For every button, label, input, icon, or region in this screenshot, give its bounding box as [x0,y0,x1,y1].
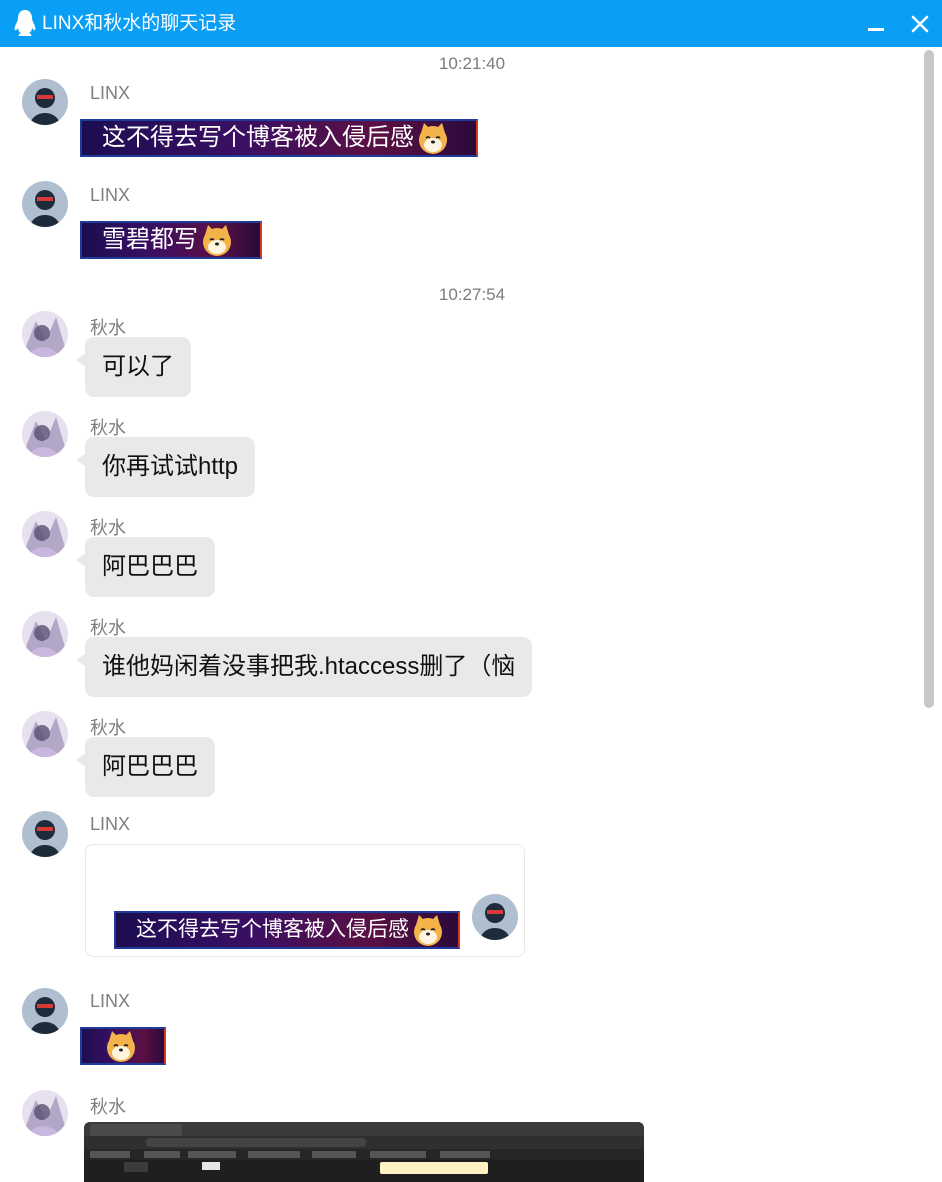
avatar-linx[interactable] [22,79,68,125]
message-bubble[interactable]: 你再试试http [75,437,256,497]
shiba-emoji-icon [416,121,450,155]
avatar-image [22,1090,68,1136]
sticker-text: 雪碧都写 [102,226,198,253]
avatar-image [22,311,68,357]
avatar-linx[interactable] [22,811,68,857]
scrollbar-thumb[interactable] [924,50,934,708]
message-timestamp: 10:27:54 [438,285,506,304]
sender-name: LINX [90,991,131,1011]
sender-name: LINX [90,83,131,103]
vertical-scrollbar[interactable] [922,50,936,1180]
shiba-emoji-icon [411,913,445,947]
sender-name: LINX [90,814,131,834]
avatar-qiushui[interactable] [22,311,68,357]
avatar-linx[interactable] [22,988,68,1034]
sticker-message[interactable] [80,1027,166,1065]
quoted-sticker: 这不得去写个博客被入侵后感 [114,911,460,949]
avatar-image [22,811,68,857]
avatar-image [472,894,518,940]
avatar-qiushui[interactable] [22,411,68,457]
avatar-image [22,511,68,557]
avatar-image [22,181,68,227]
minimize-button[interactable] [862,10,890,38]
minimize-icon [868,28,884,31]
title-bar: LINX和秋水的聊天记录 [0,0,942,47]
avatar-qiushui[interactable] [22,511,68,557]
image-message[interactable] [84,1122,644,1182]
sticker-message[interactable]: 雪碧都写 [80,221,262,259]
message-bubble[interactable]: 谁他妈闲着没事把我.htaccess删了（恼 [75,637,533,697]
message-bubble[interactable]: 可以了 [76,337,191,397]
sticker-text: 这不得去写个博客被入侵后感 [102,124,414,151]
avatar-image [22,411,68,457]
qq-penguin-icon [14,10,36,36]
forwarded-message-card[interactable]: 这不得去写个博客被入侵后感 [85,844,525,957]
shiba-emoji-icon [104,1029,138,1063]
sender-name: LINX [90,185,131,205]
avatar-qiushui[interactable] [22,611,68,657]
avatar-image [22,711,68,757]
sticker-text: 这不得去写个博客被入侵后感 [136,918,409,941]
avatar-image [22,611,68,657]
avatar-image [22,988,68,1034]
avatar-qiushui[interactable] [22,1090,68,1136]
shiba-emoji-icon [200,223,234,257]
avatar-linx [472,894,518,940]
chat-history-panel[interactable]: 10:21:40 LINX 这不得去写个博客被入侵后感 LINX 雪碧都写 10… [2,47,918,1182]
avatar-image [22,79,68,125]
message-bubble[interactable]: 阿巴巴巴 [76,537,215,597]
close-icon [911,15,929,33]
avatar-qiushui[interactable] [22,711,68,757]
browser-screenshot-thumbnail [84,1122,644,1182]
message-timestamp: 10:21:40 [438,54,506,73]
sender-name: 秋水 [90,1097,126,1117]
message-bubble[interactable]: 阿巴巴巴 [76,737,215,797]
sticker-message[interactable]: 这不得去写个博客被入侵后感 [80,119,478,157]
avatar-linx[interactable] [22,181,68,227]
close-button[interactable] [906,10,934,38]
window-title: LINX和秋水的聊天记录 [42,13,237,34]
